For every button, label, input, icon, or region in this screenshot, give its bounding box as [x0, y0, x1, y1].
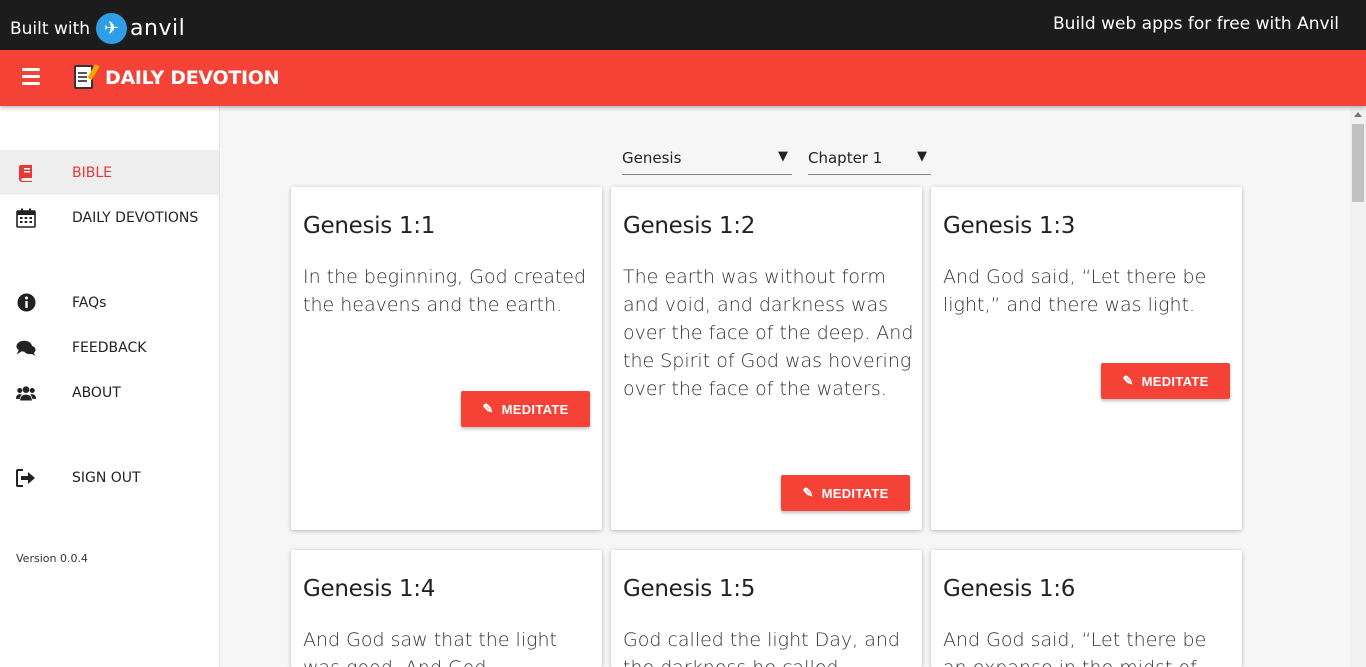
sidebar-item-feedback[interactable]: FEEDBACK — [0, 325, 219, 370]
verse-card: Genesis 1:2 The earth was without form a… — [611, 187, 922, 530]
sidebar-item-label: FEEDBACK — [72, 339, 147, 356]
verse-text: And God said, “Let there be an expanse i… — [943, 629, 1207, 667]
verse-text: And God said, “Let there be light,” and … — [943, 266, 1207, 316]
verse-reference: Genesis 1:2 — [623, 213, 756, 239]
verse-card: Genesis 1:6 And God said, “Let there be … — [931, 550, 1242, 667]
sidebar-item-label: ABOUT — [72, 384, 121, 401]
meditate-button-label: MEDITATE — [501, 401, 569, 417]
verse-reference: Genesis 1:5 — [623, 576, 756, 602]
comments-icon — [16, 338, 36, 358]
app-title: DAILY DEVOTION — [105, 67, 280, 89]
verse-reference: Genesis 1:1 — [303, 213, 436, 239]
chapter-select[interactable]: Chapter 1 ▼ — [808, 146, 931, 175]
sidebar-item-sign-out[interactable]: SIGN OUT — [0, 455, 219, 500]
chapter-select-value: Chapter 1 — [808, 149, 883, 167]
info-circle-icon — [16, 293, 36, 313]
book-icon — [16, 163, 36, 183]
scrollbar-track[interactable] — [1350, 106, 1366, 667]
calendar-icon — [16, 208, 36, 228]
verse-card: Genesis 1:4 And God saw that the light w… — [291, 550, 602, 667]
meditate-button[interactable]: ✎ MEDITATE — [461, 391, 590, 427]
sidebar-item-label: FAQs — [72, 294, 107, 311]
pencil-icon: ✎ — [802, 485, 814, 500]
chevron-down-icon: ▼ — [778, 149, 788, 164]
sidebar-item-faqs[interactable]: FAQs — [0, 280, 219, 325]
pencil-icon: ✎ — [482, 401, 494, 416]
sidebar: BIBLE DAILY DEVOTIONS FAQs FEEDBACK ABOU… — [0, 106, 220, 667]
anvil-brand: anvil — [130, 16, 186, 41]
users-icon — [16, 383, 36, 403]
sidebar-item-daily-devotions[interactable]: DAILY DEVOTIONS — [0, 195, 219, 240]
verse-card: Genesis 1:5 God called the light Day, an… — [611, 550, 922, 667]
anvil-topbar: Built with ✈ anvil Build web apps for fr… — [0, 0, 1366, 50]
sidebar-item-label: SIGN OUT — [72, 469, 141, 486]
sidebar-item-bible[interactable]: BIBLE — [0, 150, 219, 195]
verse-text: In the beginning, God created the heaven… — [303, 266, 587, 316]
meditate-button-label: MEDITATE — [821, 485, 889, 501]
anvil-logo-icon: ✈ — [96, 13, 128, 44]
built-with-label: Built with — [10, 18, 91, 39]
verse-reference: Genesis 1:6 — [943, 576, 1076, 602]
book-select-value: Genesis — [622, 149, 682, 167]
verse-text: God called the light Day, and the darkne… — [623, 629, 900, 667]
verse-reference: Genesis 1:4 — [303, 576, 436, 602]
chevron-down-icon: ▼ — [917, 149, 927, 164]
app-header: DAILY DEVOTION — [0, 50, 1366, 106]
verse-card: Genesis 1:3 And God said, “Let there be … — [931, 187, 1242, 530]
hamburger-icon[interactable] — [22, 68, 40, 88]
sign-out-icon — [16, 468, 36, 488]
main-content: Genesis ▼ Chapter 1 ▼ Genesis 1:1 In the… — [220, 106, 1333, 667]
verse-card: Genesis 1:1 In the beginning, God create… — [291, 187, 602, 530]
app-version: Version 0.0.4 — [16, 552, 88, 565]
built-with-anvil-link[interactable]: Built with ✈ anvil — [10, 13, 185, 44]
verse-text: And God saw that the light was good. And… — [303, 629, 558, 667]
pencil-icon: ✎ — [1122, 373, 1134, 388]
meditate-button[interactable]: ✎ MEDITATE — [1101, 363, 1230, 399]
meditate-button[interactable]: ✎ MEDITATE — [781, 475, 910, 511]
meditate-button-label: MEDITATE — [1141, 373, 1209, 389]
build-free-link[interactable]: Build web apps for free with Anvil — [1053, 14, 1339, 34]
sidebar-item-label: BIBLE — [72, 164, 112, 181]
scroll-up-arrow-icon[interactable] — [1354, 112, 1362, 117]
sidebar-item-label: DAILY DEVOTIONS — [72, 209, 199, 226]
page-scrollbar[interactable] — [1333, 106, 1366, 667]
memo-icon — [74, 65, 93, 89]
scrollbar-thumb[interactable] — [1352, 124, 1364, 202]
sidebar-item-about[interactable]: ABOUT — [0, 370, 219, 415]
verse-text: The earth was without form and void, and… — [623, 266, 914, 400]
book-select[interactable]: Genesis ▼ — [622, 146, 792, 175]
verse-reference: Genesis 1:3 — [943, 213, 1076, 239]
